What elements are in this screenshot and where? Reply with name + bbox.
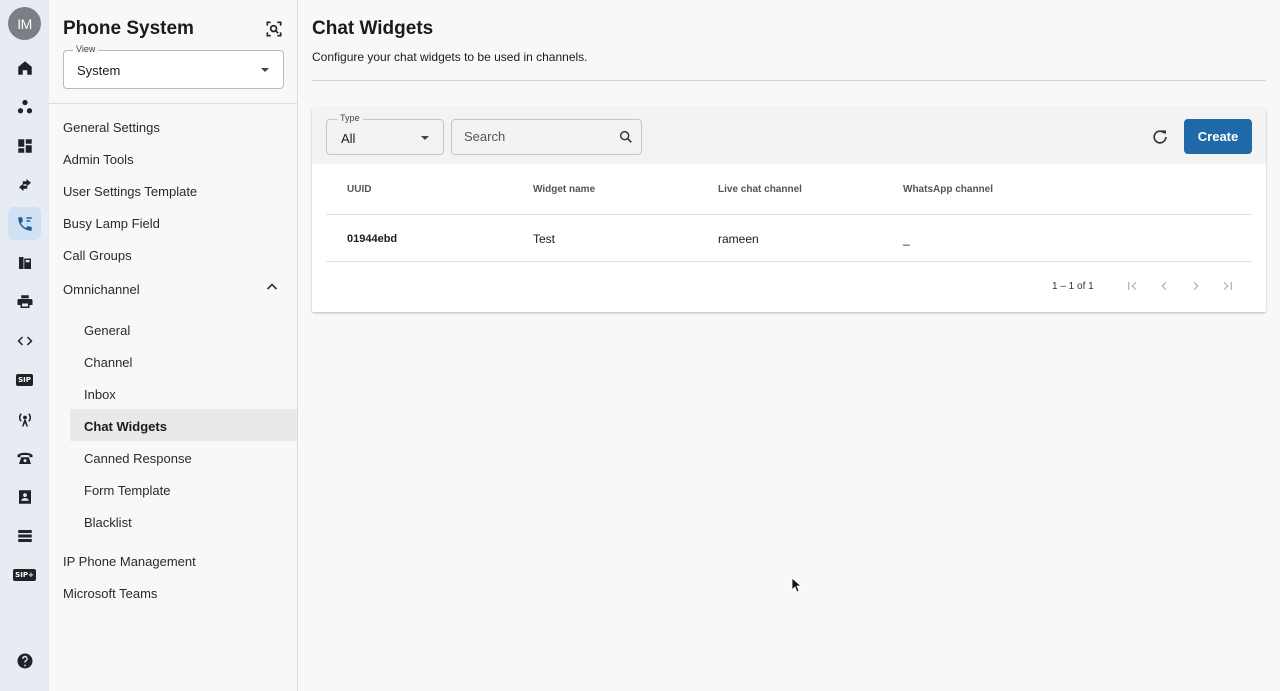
page-subtitle: Configure your chat widgets to be used i…: [312, 50, 588, 64]
server-icon[interactable]: [8, 519, 41, 552]
first-page-icon[interactable]: [1124, 278, 1140, 294]
refresh-icon[interactable]: [1150, 127, 1170, 147]
code-icon[interactable]: [8, 324, 41, 357]
sip-label: SIP: [16, 373, 33, 386]
search-icon[interactable]: [618, 129, 634, 145]
sub-navigation: Phone System View System General Setting…: [49, 0, 298, 691]
nav-user-settings-template[interactable]: User Settings Template: [63, 184, 197, 199]
caret-down-icon: [421, 136, 429, 140]
nav-busy-lamp-field[interactable]: Busy Lamp Field: [63, 216, 160, 231]
cell-whatsapp-channel: _: [903, 232, 910, 246]
table-toolbar: Type All Create: [312, 108, 1266, 164]
cell-widget-name: Test: [533, 232, 556, 246]
home-icon[interactable]: [8, 51, 41, 84]
type-filter-select[interactable]: Type All: [326, 113, 444, 155]
chevron-up-icon[interactable]: [266, 281, 278, 293]
subnav-divider: [49, 103, 297, 104]
header-divider: [326, 214, 1252, 215]
chat-widgets-card: Type All Create UUID Widget name Live ch…: [312, 108, 1266, 312]
search-field[interactable]: [451, 119, 642, 155]
transfer-arrows-icon[interactable]: [8, 168, 41, 201]
previous-page-icon[interactable]: [1156, 278, 1172, 294]
column-header-widget-name[interactable]: Widget name: [533, 184, 595, 195]
cell-live-chat-channel: rameen: [718, 232, 759, 246]
nav-omni-chat-widgets[interactable]: Chat Widgets: [84, 419, 167, 434]
nav-ip-phone-management[interactable]: IP Phone Management: [63, 554, 196, 569]
nav-omni-form-template[interactable]: Form Template: [84, 483, 170, 498]
sip-plus-icon[interactable]: SIP+: [8, 558, 41, 591]
phone-icon[interactable]: [8, 207, 41, 240]
column-header-live-chat-channel[interactable]: Live chat channel: [718, 184, 802, 195]
cell-uuid: 01944ebd: [347, 233, 398, 245]
mouse-cursor-icon: [791, 577, 801, 593]
page-title: Chat Widgets: [312, 18, 434, 39]
antenna-icon[interactable]: [8, 402, 41, 435]
nav-microsoft-teams[interactable]: Microsoft Teams: [63, 586, 157, 601]
app-rail: IM SIP SIP+: [0, 0, 49, 691]
nav-call-groups[interactable]: Call Groups: [63, 248, 132, 263]
focus-search-icon[interactable]: [264, 19, 284, 39]
dashboard-icon[interactable]: [8, 129, 41, 162]
nodes-icon[interactable]: [8, 90, 41, 123]
caret-down-icon: [261, 68, 269, 72]
desk-phone-icon[interactable]: [8, 441, 41, 474]
pagination-range: 1 – 1 of 1: [1052, 281, 1094, 292]
column-header-whatsapp-channel[interactable]: WhatsApp channel: [903, 184, 993, 195]
view-label: View: [73, 44, 99, 54]
view-select[interactable]: View System: [63, 44, 284, 89]
nav-general-settings[interactable]: General Settings: [63, 120, 160, 135]
sip-plus-label: SIP+: [13, 568, 36, 581]
nav-omni-channel[interactable]: Channel: [84, 355, 132, 370]
last-page-icon[interactable]: [1220, 278, 1236, 294]
nav-omni-inbox[interactable]: Inbox: [84, 387, 116, 402]
type-filter-label: Type: [337, 113, 363, 123]
nav-admin-tools[interactable]: Admin Tools: [63, 152, 134, 167]
column-header-uuid[interactable]: UUID: [347, 184, 371, 195]
contacts-icon[interactable]: [8, 480, 41, 513]
subnav-title: Phone System: [63, 18, 194, 39]
nav-omnichannel[interactable]: Omnichannel: [63, 282, 140, 297]
next-page-icon[interactable]: [1188, 278, 1204, 294]
row-divider: [326, 261, 1252, 262]
page-divider: [312, 80, 1266, 81]
fax-icon[interactable]: [8, 246, 41, 279]
sip-icon[interactable]: SIP: [8, 363, 41, 396]
nav-omni-blacklist[interactable]: Blacklist: [84, 515, 132, 530]
search-input[interactable]: [464, 129, 614, 144]
nav-omni-canned-response[interactable]: Canned Response: [84, 451, 192, 466]
printer-icon[interactable]: [8, 285, 41, 318]
create-button[interactable]: Create: [1184, 119, 1252, 154]
user-avatar[interactable]: IM: [8, 7, 41, 40]
type-filter-value: All: [341, 131, 356, 146]
nav-omni-general[interactable]: General: [84, 323, 130, 338]
help-icon[interactable]: [8, 644, 41, 677]
view-value: System: [77, 63, 121, 78]
